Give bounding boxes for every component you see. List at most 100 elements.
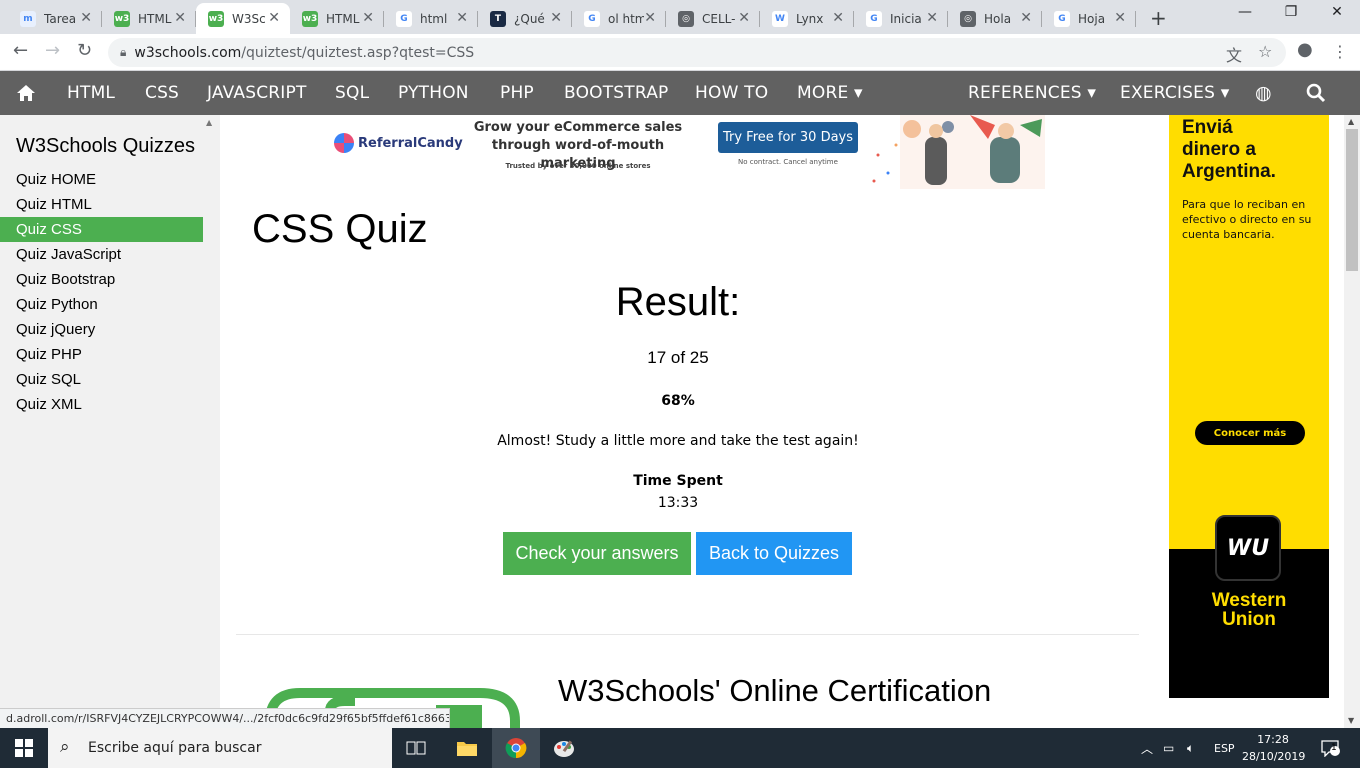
tab-close-icon[interactable]: ✕ xyxy=(268,10,280,26)
windows-start-icon[interactable] xyxy=(0,728,48,768)
nav-item[interactable]: PYTHON xyxy=(398,71,469,115)
show-hidden-icons-icon[interactable]: ︿ xyxy=(1141,728,1153,768)
ad-try-free-button[interactable]: Try Free for 30 Days xyxy=(718,122,858,153)
profile-avatar-icon[interactable]: ● xyxy=(1297,39,1313,60)
tab-close-icon[interactable]: ✕ xyxy=(832,10,844,26)
nav-exercises[interactable]: EXERCISES ▾ xyxy=(1120,71,1229,115)
sidebar-item[interactable]: Quiz HTML xyxy=(0,192,203,217)
taskbar-search-box[interactable]: ⌕ Escribe aquí para buscar xyxy=(48,728,392,768)
tab-title: html xyxy=(420,11,448,26)
tab-close-icon[interactable]: ✕ xyxy=(1114,10,1126,26)
sidebar-scroll-up-icon[interactable]: ▲ xyxy=(206,118,212,127)
volume-icon[interactable]: 🔈︎ xyxy=(1187,728,1194,768)
network-icon[interactable]: ▭ xyxy=(1163,728,1174,768)
address-bar[interactable]: 🔒︎ w3schools.com/quiztest/quiztest.asp?q… xyxy=(108,38,1286,67)
scroll-up-arrow-icon[interactable]: ▲ xyxy=(1348,117,1354,126)
language-indicator[interactable]: ESP xyxy=(1214,728,1235,768)
reload-icon[interactable]: ↻ xyxy=(77,40,92,61)
tab-favicon-icon: G xyxy=(866,10,882,27)
page-scrollbar[interactable]: ▲ ▼ xyxy=(1344,115,1360,728)
task-view-icon[interactable] xyxy=(392,728,440,768)
bookmark-star-icon[interactable]: ☆ xyxy=(1258,42,1272,61)
close-window-button[interactable]: ✕ xyxy=(1314,4,1360,20)
restore-button[interactable]: ❐ xyxy=(1268,4,1314,20)
tab-close-icon[interactable]: ✕ xyxy=(644,10,656,26)
browser-tab[interactable]: m Tarea ✕ xyxy=(8,3,102,34)
tab-title: HTML xyxy=(138,11,172,26)
notification-center-icon[interactable]: 1 xyxy=(1320,728,1340,768)
referralcandy-ad[interactable]: ReferralCandy Grow your eCommerce sales … xyxy=(330,115,1050,189)
score-text: 17 of 25 xyxy=(647,348,709,367)
browser-tab[interactable]: w3 W3Sc ✕ xyxy=(196,3,290,34)
main-content: ReferralCandy Grow your eCommerce sales … xyxy=(220,115,1160,728)
scroll-down-arrow-icon[interactable]: ▼ xyxy=(1348,716,1354,725)
new-tab-button[interactable]: + xyxy=(1150,6,1167,30)
tab-close-icon[interactable]: ✕ xyxy=(926,10,938,26)
browser-tab[interactable]: ◎ CELL- ✕ xyxy=(666,3,760,34)
western-union-ad[interactable]: Enviá dinero a Argentina. Para que lo re… xyxy=(1169,115,1329,698)
tab-close-icon[interactable]: ✕ xyxy=(550,10,562,26)
tab-close-icon[interactable]: ✕ xyxy=(456,10,468,26)
wu-conocer-mas-button[interactable]: Conocer más xyxy=(1195,421,1305,445)
paint-app-icon[interactable] xyxy=(540,728,588,768)
sidebar-item[interactable]: Quiz Bootstrap xyxy=(0,267,203,292)
nav-item[interactable]: CSS xyxy=(145,71,179,115)
ad-trusted-text: Trusted by over 30,000 online stores xyxy=(505,162,651,170)
file-explorer-icon[interactable] xyxy=(443,728,491,768)
tab-close-icon[interactable]: ✕ xyxy=(362,10,374,26)
sidebar-item[interactable]: Quiz XML xyxy=(0,392,203,417)
sidebar-item[interactable]: Quiz jQuery xyxy=(0,317,203,342)
forward-arrow-icon[interactable]: → xyxy=(45,40,60,61)
sidebar-item[interactable]: Quiz PHP xyxy=(0,342,203,367)
nav-item[interactable]: BOOTSTRAP xyxy=(564,71,669,115)
tab-title: HTML xyxy=(326,11,360,26)
sidebar-item[interactable]: Quiz Python xyxy=(0,292,203,317)
taskbar-search-placeholder: Escribe aquí para buscar xyxy=(88,740,262,756)
chrome-taskbar-icon[interactable] xyxy=(492,728,540,768)
taskbar-clock[interactable]: 17:28 28/10/2019 xyxy=(1242,731,1305,765)
certification-heading: W3Schools' Online Certification xyxy=(558,673,992,708)
sidebar-item[interactable]: Quiz SQL xyxy=(0,367,203,392)
browser-tab[interactable]: G Hoja ✕ xyxy=(1042,3,1136,34)
search-icon[interactable] xyxy=(1306,71,1326,115)
browser-tab[interactable]: w3 HTML ✕ xyxy=(102,3,196,34)
minimize-button[interactable]: — xyxy=(1222,4,1268,20)
menu-dots-icon[interactable]: ⋮ xyxy=(1332,42,1348,61)
nav-item[interactable]: SQL xyxy=(335,71,369,115)
sidebar-item[interactable]: Quiz CSS xyxy=(0,217,203,242)
back-to-quizzes-button[interactable]: Back to Quizzes xyxy=(696,532,852,575)
sidebar-item[interactable]: Quiz HOME xyxy=(0,167,203,192)
sidebar-item[interactable]: Quiz JavaScript xyxy=(0,242,203,267)
browser-tab-strip: m Tarea ✕ w3 HTML ✕ w3 W3Sc ✕ w3 HTML ✕ Ghtml ✕ T ¿Qué ✕… xyxy=(0,0,1360,34)
ad-no-contract-text: No contract. Cancel anytime xyxy=(738,158,838,166)
browser-tab[interactable]: Ghtml ✕ xyxy=(384,3,478,34)
scroll-thumb[interactable] xyxy=(1346,129,1358,271)
tab-title: ol htm xyxy=(608,11,644,26)
browser-tab[interactable]: W Lynx ✕ xyxy=(760,3,854,34)
nav-item[interactable]: JAVASCRIPT xyxy=(207,71,307,115)
tab-close-icon[interactable]: ✕ xyxy=(80,10,92,26)
browser-tab[interactable]: T ¿Qué ✕ xyxy=(478,3,572,34)
nav-item[interactable]: PHP xyxy=(500,71,534,115)
browser-tab[interactable]: w3 HTML ✕ xyxy=(290,3,384,34)
url-path: /quiztest/quiztest.asp?qtest=CSS xyxy=(241,44,475,61)
browser-tab[interactable]: G Inicia ✕ xyxy=(854,3,948,34)
tab-favicon-icon: G xyxy=(1054,10,1070,27)
tab-title: W3Sc xyxy=(232,11,266,26)
home-icon[interactable] xyxy=(16,71,36,115)
browser-tab[interactable]: Gol htm ✕ xyxy=(572,3,666,34)
back-arrow-icon[interactable]: ← xyxy=(13,40,28,61)
translate-icon[interactable]: 文 xyxy=(1226,42,1242,66)
check-answers-button[interactable]: Check your answers xyxy=(503,532,691,575)
globe-icon[interactable]: ◍ xyxy=(1255,71,1272,115)
page-title: CSS Quiz xyxy=(252,207,428,251)
nav-item[interactable]: HOW TO xyxy=(695,71,768,115)
tab-close-icon[interactable]: ✕ xyxy=(738,10,750,26)
browser-tab[interactable]: ◎ Hola ✕ xyxy=(948,3,1042,34)
tab-close-icon[interactable]: ✕ xyxy=(174,10,186,26)
nav-references[interactable]: REFERENCES ▾ xyxy=(968,71,1096,115)
nav-item[interactable]: HTML xyxy=(67,71,115,115)
tab-favicon-icon: m xyxy=(20,10,36,27)
nav-item[interactable]: MORE ▾ xyxy=(797,71,863,115)
tab-close-icon[interactable]: ✕ xyxy=(1020,10,1032,26)
